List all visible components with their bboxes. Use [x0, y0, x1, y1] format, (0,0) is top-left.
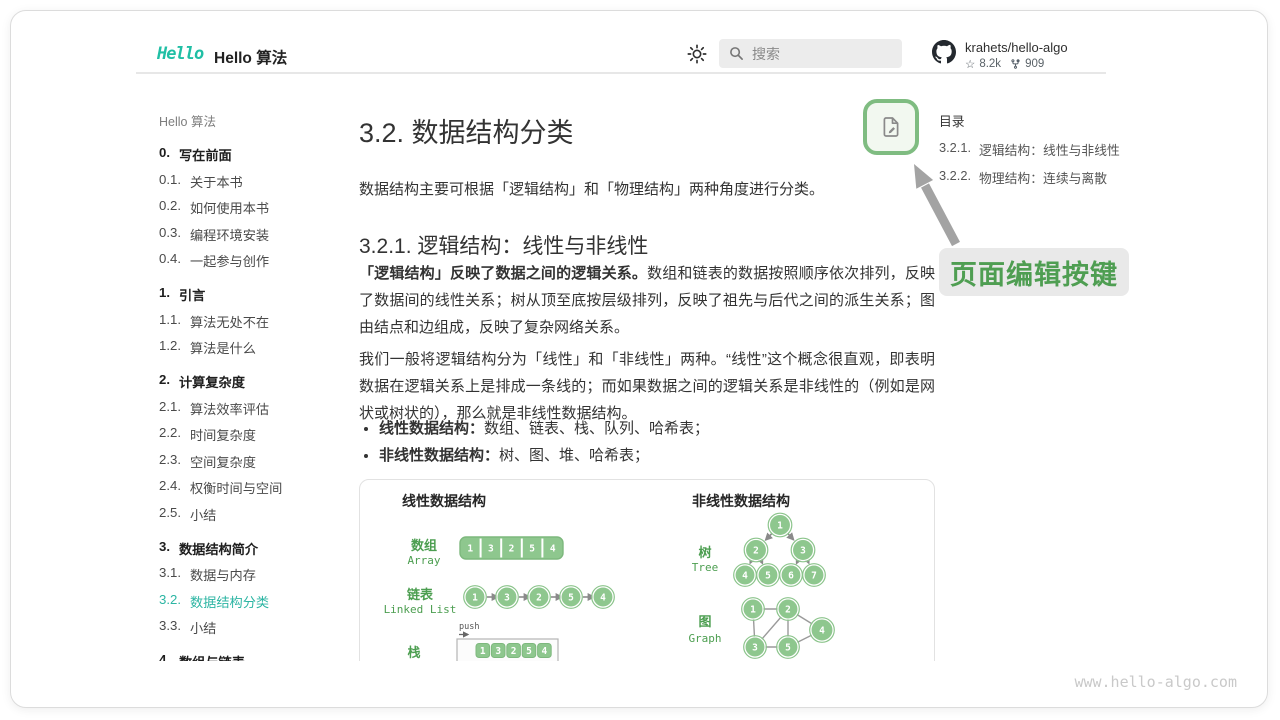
sidebar-item[interactable]: 2.计算复杂度 — [159, 372, 354, 391]
sidebar-item[interactable]: 0.2.如何使用本书 — [159, 198, 354, 217]
sidebar-item[interactable]: 1.2.算法是什么 — [159, 338, 354, 357]
svg-text:4: 4 — [742, 571, 748, 582]
sidebar-item[interactable]: 2.2.时间复杂度 — [159, 425, 354, 444]
svg-text:4: 4 — [819, 626, 825, 637]
sidebar-item[interactable]: 3.1.数据与内存 — [159, 565, 354, 584]
sidebar-item[interactable]: 2.4.权衡时间与空间 — [159, 478, 354, 497]
svg-text:4: 4 — [600, 593, 606, 604]
fork-count: 909 — [1025, 58, 1044, 70]
screenshot-frame: Hello Hello 算法 krahets/hello-algo — [10, 10, 1268, 708]
section-heading: 3.2.1. 逻辑结构：线性与非线性 — [359, 230, 648, 260]
svg-text:1: 1 — [467, 544, 473, 555]
site-logo[interactable]: Hello — [157, 44, 203, 64]
svg-text:非线性数据结构: 非线性数据结构 — [692, 493, 790, 509]
svg-text:Graph: Graph — [688, 632, 721, 645]
github-icon — [932, 40, 956, 64]
sidebar-item[interactable]: 0.1.关于本书 — [159, 172, 354, 191]
sidebar-item-active[interactable]: 3.2.数据结构分类 — [159, 592, 354, 611]
list-item: 非线性数据结构：树、图、堆、哈希表； — [379, 442, 709, 469]
svg-text:Tree: Tree — [692, 561, 719, 574]
intro-paragraph: 数据结构主要可根据「逻辑结构」和「物理结构」两种角度进行分类。 — [359, 178, 933, 199]
svg-text:5: 5 — [529, 544, 535, 555]
list-item: 线性数据结构：数组、链表、栈、队列、哈希表； — [379, 415, 709, 442]
data-structures-figure: 线性数据结构 非线性数据结构 数组 Array 1 3 2 5 4 链表 Lin… — [359, 479, 935, 661]
theme-toggle-sun-icon[interactable] — [686, 43, 708, 65]
svg-text:1: 1 — [472, 593, 478, 604]
github-repo-link[interactable]: krahets/hello-algo ☆ 8.2k 909 — [932, 40, 1068, 71]
page-title: 3.2. 数据结构分类 — [359, 111, 574, 150]
file-edit-icon — [879, 115, 903, 139]
svg-text:2: 2 — [511, 646, 517, 657]
toc-item[interactable]: 3.2.1.逻辑结构：线性与非线性 — [939, 140, 1120, 159]
fork-icon — [1010, 58, 1021, 70]
github-repo-name: krahets/hello-algo — [965, 40, 1068, 55]
svg-text:6: 6 — [788, 571, 794, 582]
toc-item[interactable]: 3.2.2.物理结构：连续与离散 — [939, 168, 1120, 187]
svg-text:Array: Array — [407, 554, 440, 567]
svg-text:数组: 数组 — [411, 538, 437, 553]
annotation-label: 页面编辑按键 — [939, 248, 1129, 296]
sidebar-item[interactable]: 2.5.小结 — [159, 505, 354, 524]
svg-text:5: 5 — [765, 571, 771, 582]
svg-text:4: 4 — [542, 646, 548, 657]
svg-text:1: 1 — [750, 605, 756, 616]
svg-text:1: 1 — [480, 646, 486, 657]
search-icon — [729, 46, 744, 61]
header-divider — [136, 72, 1106, 74]
svg-text:3: 3 — [800, 546, 806, 557]
search-box[interactable] — [719, 39, 902, 68]
svg-text:3: 3 — [504, 593, 510, 604]
toc-title: 目录 — [939, 111, 1120, 130]
toc-nav: 目录 3.2.1.逻辑结构：线性与非线性 3.2.2.物理结构：连续与离散 — [939, 111, 1120, 187]
svg-text:3: 3 — [752, 643, 758, 654]
svg-text:4: 4 — [550, 544, 556, 555]
svg-text:2: 2 — [785, 605, 791, 616]
svg-text:2: 2 — [536, 593, 542, 604]
svg-text:push: push — [459, 622, 479, 632]
sidebar-item[interactable]: 3.3.小结 — [159, 618, 354, 637]
svg-text:3: 3 — [488, 544, 494, 555]
svg-text:2: 2 — [509, 544, 515, 555]
paragraph-lead-bold: 「逻辑结构」反映了数据之间的逻辑关系。 — [359, 265, 647, 282]
svg-text:图: 图 — [698, 614, 711, 629]
svg-text:树: 树 — [698, 545, 711, 560]
sidebar-item[interactable]: 2.1.算法效率评估 — [159, 399, 354, 418]
svg-text:Linked List: Linked List — [384, 603, 457, 616]
site-title[interactable]: Hello 算法 — [214, 46, 287, 68]
sidebar-item[interactable]: 3.数据结构简介 — [159, 539, 354, 558]
svg-text:2: 2 — [753, 546, 759, 557]
sidebar-site-label: Hello 算法 — [159, 111, 354, 130]
page-viewport: Hello Hello 算法 krahets/hello-algo — [11, 11, 1267, 661]
sidebar-item[interactable]: 0.写在前面 — [159, 145, 354, 164]
sidebar-item[interactable]: 4.数组与链表 — [159, 652, 354, 661]
svg-text:5: 5 — [568, 593, 574, 604]
watermark: www.hello-algo.com — [1074, 673, 1237, 691]
sidebar-item[interactable]: 0.3.编程环境安装 — [159, 225, 354, 244]
sidebar-item[interactable]: 0.4.一起参与创作 — [159, 251, 354, 270]
svg-text:1: 1 — [777, 521, 783, 532]
svg-text:5: 5 — [526, 646, 532, 657]
svg-text:链表: 链表 — [406, 587, 434, 602]
star-icon: ☆ — [965, 57, 975, 71]
sidebar-item[interactable]: 2.3.空间复杂度 — [159, 452, 354, 471]
sidebar-item[interactable]: 1.引言 — [159, 285, 354, 304]
sidebar-nav: Hello 算法 0.写在前面 0.1.关于本书 0.2.如何使用本书 0.3.编程环… — [159, 111, 354, 661]
star-count: 8.2k — [979, 58, 1001, 70]
svg-text:3: 3 — [495, 646, 501, 657]
search-input[interactable] — [752, 46, 882, 62]
sidebar-item[interactable]: 1.1.算法无处不在 — [159, 312, 354, 331]
svg-text:5: 5 — [785, 643, 791, 654]
sidebar-items: 0.写在前面 0.1.关于本书 0.2.如何使用本书 0.3.编程环境安装 0.4.一起… — [159, 145, 354, 661]
toc-items: 3.2.1.逻辑结构：线性与非线性 3.2.2.物理结构：连续与离散 — [939, 140, 1120, 187]
svg-text:线性数据结构: 线性数据结构 — [402, 493, 486, 509]
page-edit-button[interactable] — [863, 99, 919, 155]
structure-bullet-list: 线性数据结构：数组、链表、栈、队列、哈希表； 非线性数据结构：树、图、堆、哈希表… — [379, 415, 709, 469]
github-repo-stats: ☆ 8.2k 909 — [965, 57, 1068, 71]
paragraph-logical-structure: 「逻辑结构」反映了数据之间的逻辑关系。数组和链表的数据按照顺序依次排列，反映了数… — [359, 260, 935, 341]
svg-text:栈: 栈 — [407, 645, 420, 660]
svg-text:7: 7 — [811, 571, 817, 582]
